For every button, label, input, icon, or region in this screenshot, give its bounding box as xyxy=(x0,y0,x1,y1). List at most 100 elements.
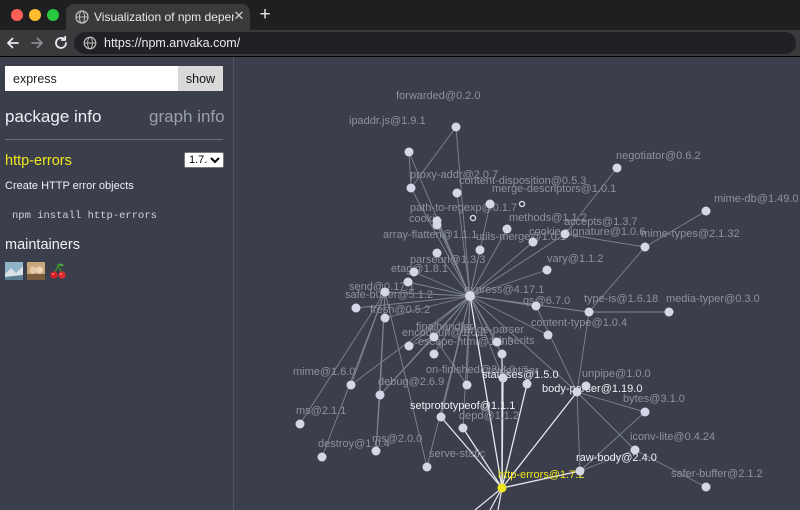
package-node[interactable] xyxy=(560,229,570,239)
package-node[interactable] xyxy=(403,277,413,287)
node-label: array-flatten@1.1.1 xyxy=(383,229,477,241)
dependency-edge xyxy=(474,487,503,510)
node-label: inherits xyxy=(499,335,535,347)
package-node[interactable] xyxy=(380,287,390,297)
package-node[interactable] xyxy=(432,248,442,258)
package-node[interactable] xyxy=(458,423,468,433)
package-node[interactable] xyxy=(465,291,475,301)
package-node[interactable] xyxy=(522,379,532,389)
node-label: fresh@0.5.2 xyxy=(370,304,430,316)
window-minimize-button[interactable] xyxy=(29,9,41,21)
package-node[interactable] xyxy=(612,163,622,173)
package-node[interactable] xyxy=(375,390,385,400)
maintainer-avatar[interactable] xyxy=(5,262,23,280)
cycle-marker xyxy=(469,214,477,222)
tab-package-info[interactable]: package info xyxy=(5,107,101,127)
forward-arrow-icon[interactable] xyxy=(27,33,47,53)
package-node[interactable] xyxy=(497,349,507,359)
package-node[interactable] xyxy=(429,332,439,342)
package-node[interactable] xyxy=(498,373,508,383)
package-node[interactable] xyxy=(475,245,485,255)
package-node[interactable] xyxy=(432,220,442,230)
package-node[interactable] xyxy=(380,313,390,323)
package-node[interactable] xyxy=(542,265,552,275)
node-label: setprototypeof@1.1.1 xyxy=(410,400,515,412)
node-label: debug@2.6.9 xyxy=(378,376,444,388)
package-node[interactable] xyxy=(543,330,553,340)
node-label: ipaddr.js@1.9.1 xyxy=(349,115,426,127)
package-name[interactable]: http-errors xyxy=(5,153,72,169)
package-node[interactable] xyxy=(346,380,356,390)
site-info-icon[interactable] xyxy=(83,36,97,50)
package-node[interactable] xyxy=(462,380,472,390)
back-arrow-icon[interactable] xyxy=(3,33,23,53)
package-node[interactable] xyxy=(409,267,419,277)
package-node[interactable] xyxy=(640,242,650,252)
package-node[interactable] xyxy=(640,407,650,417)
graph-canvas[interactable]: forwarded@0.2.0ipaddr.js@1.9.1proxy-addr… xyxy=(235,57,800,510)
sidebar: show package info graph info http-errors… xyxy=(0,57,234,510)
node-label: merge-descriptors@1.0.1 xyxy=(492,183,616,195)
active-package-node[interactable] xyxy=(497,483,507,493)
node-label: utils-merge@1.0.1 xyxy=(476,231,566,243)
package-node[interactable] xyxy=(664,307,674,317)
cherry-icon[interactable] xyxy=(49,262,67,280)
package-node[interactable] xyxy=(452,188,462,198)
sidebar-divider xyxy=(5,139,223,140)
package-node[interactable] xyxy=(630,445,640,455)
package-node[interactable] xyxy=(701,206,711,216)
node-label: media-typer@0.3.0 xyxy=(666,293,760,305)
package-node[interactable] xyxy=(485,199,495,209)
window-close-button[interactable] xyxy=(11,9,23,21)
search-input[interactable] xyxy=(5,66,178,91)
graph-labels: forwarded@0.2.0ipaddr.js@1.9.1proxy-addr… xyxy=(293,90,799,481)
package-node[interactable] xyxy=(295,419,305,429)
package-node[interactable] xyxy=(584,307,594,317)
package-node[interactable] xyxy=(404,147,414,157)
package-node[interactable] xyxy=(502,224,512,234)
package-node[interactable] xyxy=(351,303,361,313)
node-label: mime-db@1.49.0 xyxy=(714,193,799,205)
package-node[interactable] xyxy=(429,349,439,359)
node-label: qs@6.7.0 xyxy=(523,295,570,307)
node-label: serve-static xyxy=(429,448,486,460)
package-node[interactable] xyxy=(531,301,541,311)
package-node[interactable] xyxy=(575,466,585,476)
package-node[interactable] xyxy=(528,237,538,247)
node-label: type-is@1.6.18 xyxy=(584,293,658,305)
package-node[interactable] xyxy=(436,412,446,422)
package-node[interactable] xyxy=(572,387,582,397)
maintainer-avatar[interactable] xyxy=(27,262,45,280)
address-bar[interactable]: https://npm.anvaka.com/ xyxy=(74,32,796,54)
node-label: toidentifier xyxy=(488,365,539,377)
node-label: bytes@3.1.0 xyxy=(623,393,685,405)
node-label: http-errors@1.7.2 xyxy=(498,469,584,481)
package-node[interactable] xyxy=(492,337,502,347)
package-node[interactable] xyxy=(404,341,414,351)
close-icon[interactable]: ✕ xyxy=(231,8,247,24)
package-node[interactable] xyxy=(451,122,461,132)
tab-title: Visualization of npm dependencies xyxy=(94,10,234,24)
package-node[interactable] xyxy=(371,446,381,456)
window-maximize-button[interactable] xyxy=(47,9,59,21)
install-command: npm install http-errors xyxy=(12,210,157,222)
show-button[interactable]: show xyxy=(178,66,223,91)
node-label: raw-body@2.4.0 xyxy=(576,452,657,464)
node-label: ms@2.0.0 xyxy=(372,433,422,445)
package-node[interactable] xyxy=(406,183,416,193)
reload-icon[interactable] xyxy=(51,33,71,53)
dependency-graph[interactable]: forwarded@0.2.0 ipaddr.js@1.9.1 proxy-addr… xyxy=(235,57,800,510)
browser-tab[interactable]: Visualization of npm dependencies ✕ xyxy=(66,4,250,30)
package-node[interactable] xyxy=(581,381,591,391)
version-select[interactable]: 1.7.2 xyxy=(184,152,224,168)
package-node[interactable] xyxy=(422,462,432,472)
tab-graph-info[interactable]: graph info xyxy=(149,107,225,127)
node-label: unpipe@1.0.0 xyxy=(582,368,651,380)
node-label: mime-types@2.1.32 xyxy=(641,228,740,240)
package-node[interactable] xyxy=(701,482,711,492)
new-tab-button[interactable]: + xyxy=(256,5,274,25)
node-label: negotiator@0.6.2 xyxy=(616,150,701,162)
node-label: vary@1.1.2 xyxy=(547,253,603,265)
package-description: Create HTTP error objects xyxy=(5,180,134,192)
package-node[interactable] xyxy=(317,452,327,462)
